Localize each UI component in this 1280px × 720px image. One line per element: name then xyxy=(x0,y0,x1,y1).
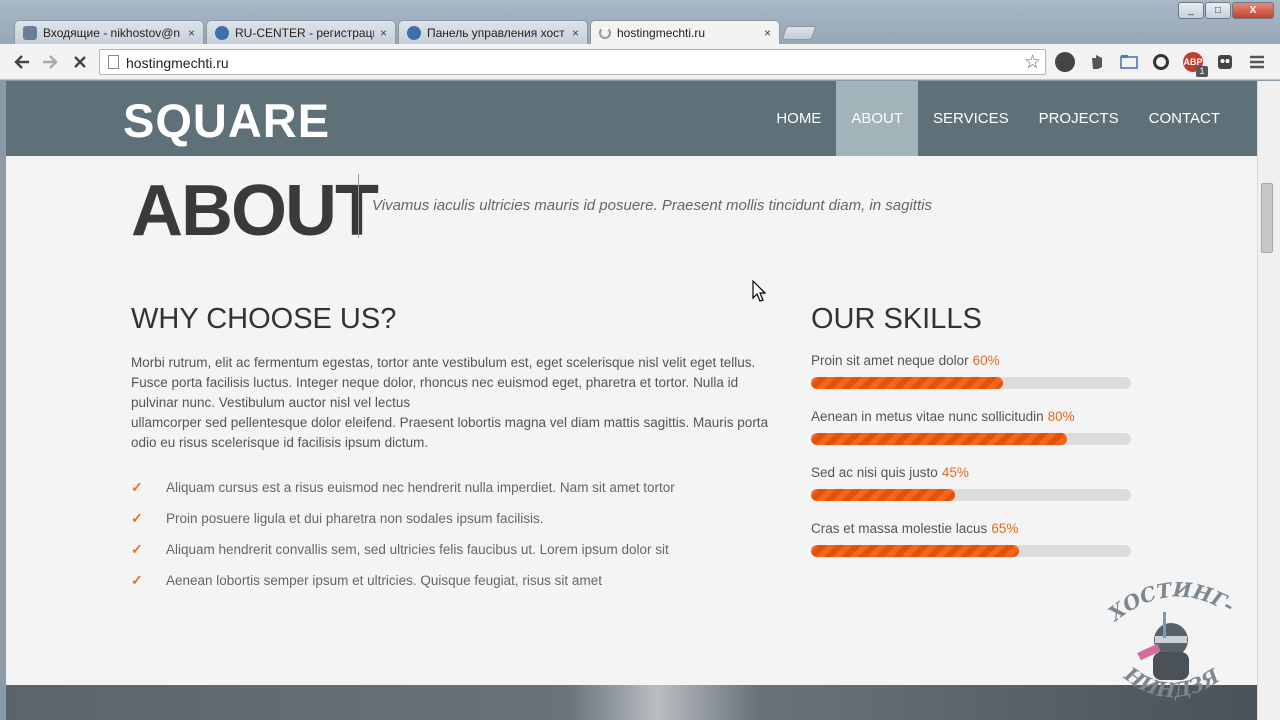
why-heading: WHY CHOOSE US? xyxy=(131,303,397,335)
skill-label: Cras et massa molestie lacus 65% xyxy=(811,521,1131,545)
browser-tab[interactable]: Входящие - nikhostov@n × xyxy=(14,20,204,44)
address-bar[interactable]: hostingmechti.ru ☆ xyxy=(99,49,1046,75)
evernote-icon[interactable] xyxy=(1087,52,1107,72)
nav-projects[interactable]: PROJECTS xyxy=(1024,81,1134,156)
hosting-ninja-watermark: ХОСТИНГ- НИНДЗЯ xyxy=(1102,577,1239,712)
stop-loading-icon[interactable] xyxy=(70,52,90,72)
page-scrollbar[interactable] xyxy=(1257,81,1280,720)
list-item-text: Aenean lobortis semper ipsum et ultricie… xyxy=(166,573,602,588)
rucenter-favicon-icon xyxy=(215,25,229,40)
tab-close-icon[interactable]: × xyxy=(572,26,579,40)
skill-name: Aenean in metus vitae nunc sollicitudin xyxy=(811,409,1044,424)
progress-bar xyxy=(811,377,1131,389)
watermark-line-1: ХОСТИНГ- xyxy=(1102,577,1239,627)
new-tab-button[interactable] xyxy=(781,26,817,40)
skill-item: Cras et massa molestie lacus 65% xyxy=(811,521,1131,557)
skill-percent: 45% xyxy=(941,465,969,480)
list-item-text: Aliquam hendrerit convallis sem, sed ult… xyxy=(166,542,669,557)
skills-heading: OUR SKILLS xyxy=(811,303,982,335)
skill-name: Cras et massa molestie lacus xyxy=(811,521,988,536)
skill-percent: 65% xyxy=(991,521,1019,536)
skill-label: Aenean in metus vitae nunc sollicitudin 8… xyxy=(811,409,1131,433)
list-item: ✓ Aenean lobortis semper ipsum et ultrici… xyxy=(131,565,675,596)
mouse-cursor-icon xyxy=(752,279,767,307)
forward-arrow-icon[interactable] xyxy=(40,52,60,72)
tab-title: hostingmechti.ru xyxy=(617,26,706,40)
bookmark-star-icon[interactable]: ☆ xyxy=(1024,51,1041,74)
progress-bar xyxy=(811,545,1131,557)
site-header: SQUARE HOME ABOUT SERVICES PROJECTS CONT… xyxy=(6,81,1257,156)
page-title: ABOUT xyxy=(131,171,379,251)
browser-tab[interactable]: Панель управления хост × xyxy=(398,20,588,44)
list-item: ✓ Aliquam hendrerit convallis sem, sed ul… xyxy=(131,534,675,565)
website-viewport: SQUARE HOME ABOUT SERVICES PROJECTS CONT… xyxy=(6,81,1257,720)
scrollbar-thumb[interactable] xyxy=(1261,183,1273,253)
page-subtitle: Vivamus iaculis ultricies mauris id posu… xyxy=(372,197,932,214)
skill-label: Proin sit amet neque dolor 60% xyxy=(811,353,1131,377)
list-item: ✓ Aliquam cursus est a risus euismod nec … xyxy=(131,472,675,503)
rucenter-favicon-icon xyxy=(407,25,421,40)
skill-item: Proin sit amet neque dolor 60% xyxy=(811,353,1131,389)
checkmark-icon: ✓ xyxy=(131,572,143,588)
nav-about[interactable]: ABOUT xyxy=(836,81,918,156)
skill-item: Sed ac nisi quis justo 45% xyxy=(811,465,1131,501)
progress-bar xyxy=(811,433,1131,445)
back-arrow-icon[interactable] xyxy=(12,52,32,72)
checkmark-icon: ✓ xyxy=(131,541,143,557)
mask-icon[interactable] xyxy=(1215,52,1235,72)
nav-contact[interactable]: CONTACT xyxy=(1134,81,1235,156)
title-divider xyxy=(358,174,359,238)
minimize-button[interactable]: _ xyxy=(1178,2,1204,19)
progress-bar xyxy=(811,489,1131,501)
tab-close-icon[interactable]: × xyxy=(764,26,771,40)
list-item-text: Aliquam cursus est a risus euismod nec h… xyxy=(166,480,675,495)
checkmark-icon: ✓ xyxy=(131,510,143,526)
tab-close-icon[interactable]: × xyxy=(380,26,387,40)
clock-icon[interactable] xyxy=(1055,52,1075,72)
svg-text:ХОСТИНГ-: ХОСТИНГ- xyxy=(1105,582,1235,627)
tab-title: Панель управления хост xyxy=(427,25,565,40)
skill-percent: 80% xyxy=(1047,409,1075,424)
why-paragraph-2: ullamcorper sed pellentesque dolor eleif… xyxy=(131,415,769,450)
window-controls: _ □ X xyxy=(1178,2,1274,19)
why-paragraph-1: Morbi rutrum, elit ac fermentum egestas,… xyxy=(131,355,756,410)
skill-name: Proin sit amet neque dolor xyxy=(811,353,969,368)
nav-home[interactable]: HOME xyxy=(761,81,836,156)
close-window-button[interactable]: X xyxy=(1232,2,1274,19)
list-item-text: Proin posuere ligula et dui pharetra non… xyxy=(166,511,544,526)
mail-favicon-icon xyxy=(23,25,37,40)
circle-icon[interactable] xyxy=(1151,52,1171,72)
tab-title: Входящие - nikhostov@n xyxy=(43,25,181,40)
progress-fill xyxy=(811,377,1003,389)
maximize-button[interactable]: □ xyxy=(1205,2,1231,19)
menu-hamburger-icon[interactable] xyxy=(1247,52,1267,72)
list-item: ✓ Proin posuere ligula et dui pharetra no… xyxy=(131,503,675,534)
feature-checklist: ✓ Aliquam cursus est a risus euismod nec … xyxy=(131,472,675,596)
adblock-badge: 1 xyxy=(1196,66,1208,77)
skill-name: Sed ac nisi quis justo xyxy=(811,465,938,480)
loading-spinner-icon xyxy=(599,27,611,39)
checkmark-icon: ✓ xyxy=(131,479,143,495)
nav-services[interactable]: SERVICES xyxy=(918,81,1024,156)
progress-fill xyxy=(811,433,1067,445)
site-logo[interactable]: SQUARE xyxy=(123,93,330,148)
main-nav: HOME ABOUT SERVICES PROJECTS CONTACT xyxy=(761,81,1257,156)
browser-tab-active[interactable]: hostingmechti.ru × xyxy=(590,20,780,45)
skill-percent: 60% xyxy=(972,353,1000,368)
browser-toolbar: hostingmechti.ru ☆ ABP 1 xyxy=(0,44,1280,80)
why-paragraph: Morbi rutrum, elit ac fermentum egestas,… xyxy=(131,353,773,453)
tab-title: RU-CENTER - регистраци xyxy=(235,25,374,40)
page-icon xyxy=(108,55,119,69)
folder-icon[interactable] xyxy=(1119,52,1139,72)
progress-fill xyxy=(811,489,955,501)
browser-tab-strip: _ □ X Входящие - nikhostov@n × RU-CENTER… xyxy=(0,0,1280,45)
next-section-banner xyxy=(6,685,1257,720)
browser-tab[interactable]: RU-CENTER - регистраци × xyxy=(206,20,396,44)
skill-item: Aenean in metus vitae nunc sollicitudin 8… xyxy=(811,409,1131,445)
tab-close-icon[interactable]: × xyxy=(188,26,195,40)
progress-fill xyxy=(811,545,1019,557)
skill-label: Sed ac nisi quis justo 45% xyxy=(811,465,1131,489)
address-url: hostingmechti.ru xyxy=(126,55,229,71)
